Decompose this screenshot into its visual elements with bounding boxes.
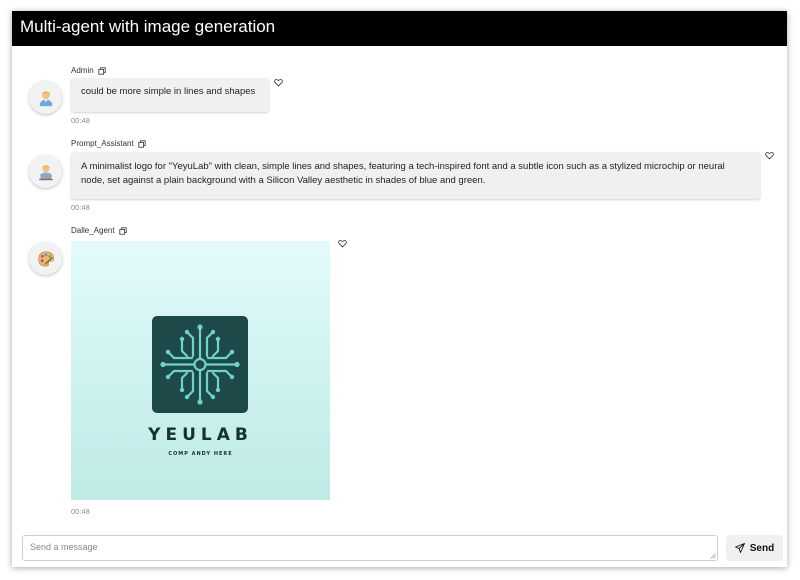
author-name: Admin bbox=[71, 66, 94, 75]
logo-tagline: COMP ANDY HERE bbox=[168, 451, 233, 457]
resize-grip-icon[interactable] bbox=[710, 553, 716, 559]
message-time: 00:48 bbox=[71, 116, 90, 125]
microchip-icon bbox=[160, 324, 240, 405]
author-name: Dalle_Agent bbox=[71, 226, 115, 235]
copy-icon[interactable] bbox=[98, 67, 106, 75]
message-author: Prompt_Assistant bbox=[71, 139, 146, 149]
send-label: Send bbox=[749, 542, 775, 554]
avatar-admin bbox=[29, 81, 62, 114]
chat-window: Multi-agent with image generation Admin … bbox=[12, 11, 787, 567]
heart-icon[interactable] bbox=[338, 239, 347, 248]
palette-icon bbox=[37, 251, 54, 266]
logo-mark bbox=[152, 316, 248, 413]
avatar-dalle-agent bbox=[29, 242, 62, 275]
copy-icon[interactable] bbox=[118, 227, 127, 235]
message-bubble: A minimalist logo for "YeyuLab" with cle… bbox=[71, 152, 760, 199]
message-bubble: could be more simple in lines and shapes bbox=[71, 78, 269, 112]
send-icon bbox=[734, 543, 745, 553]
app-title: Multi-agent with image generation bbox=[20, 17, 276, 36]
message-author: Admin bbox=[71, 66, 106, 76]
heart-icon[interactable] bbox=[765, 151, 774, 160]
send-button[interactable]: Send bbox=[726, 535, 783, 561]
technologist-icon bbox=[38, 164, 53, 180]
message-text: could be more simple in lines and shapes bbox=[81, 86, 256, 97]
logo-wordmark: YEULAB bbox=[148, 425, 253, 445]
app-header: Multi-agent with image generation bbox=[12, 11, 787, 46]
copy-icon[interactable] bbox=[138, 140, 146, 148]
message-author: Dalle_Agent bbox=[71, 226, 127, 236]
message-time: 00:48 bbox=[71, 507, 90, 516]
heart-icon[interactable] bbox=[274, 78, 283, 87]
message-text: A minimalist logo for "YeyuLab" with cle… bbox=[81, 161, 725, 186]
author-name: Prompt_Assistant bbox=[71, 139, 134, 148]
avatar-prompt-assistant bbox=[29, 155, 62, 188]
user-icon bbox=[39, 91, 52, 106]
message-time: 00:48 bbox=[71, 203, 90, 212]
generated-image[interactable]: YEULAB COMP ANDY HERE bbox=[71, 241, 330, 500]
message-input[interactable]: Send a message bbox=[22, 535, 718, 561]
message-input-placeholder: Send a message bbox=[30, 542, 98, 552]
